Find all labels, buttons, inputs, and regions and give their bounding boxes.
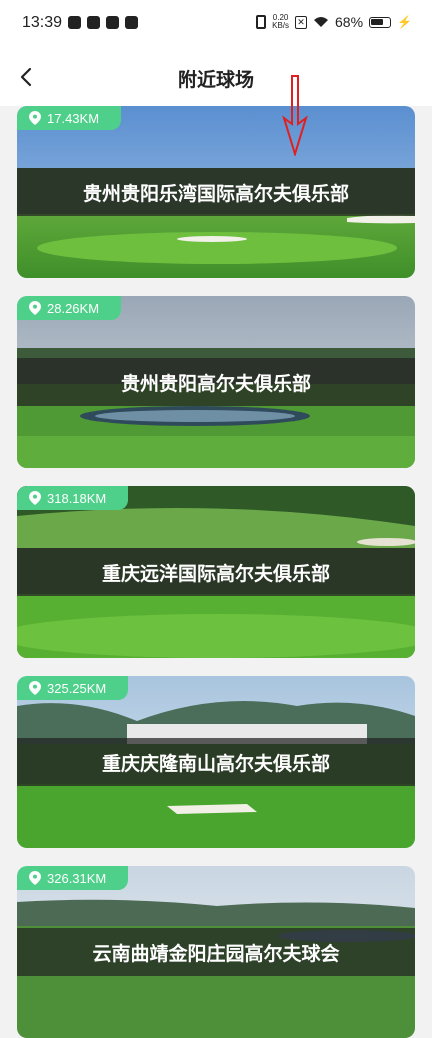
distance-badge: 325.25KM xyxy=(17,676,129,700)
tiktok-icon xyxy=(68,16,81,29)
course-card[interactable]: 326.31KM 云南曲靖金阳庄园高尔夫球会 xyxy=(17,866,415,1038)
network-speed: 0.20 KB/s xyxy=(272,14,289,30)
course-name: 重庆远洋国际高尔夫俱乐部 xyxy=(17,548,415,596)
course-name: 云南曲靖金阳庄园高尔夫球会 xyxy=(17,928,415,976)
location-pin-icon xyxy=(29,491,41,505)
distance-text: 28.26KM xyxy=(47,300,100,316)
distance-text: 17.43KM xyxy=(47,110,100,126)
notification-icons xyxy=(68,16,138,29)
down-arrow-icon xyxy=(282,75,308,156)
distance-badge: 17.43KM xyxy=(17,106,122,130)
course-name: 贵州贵阳高尔夫俱乐部 xyxy=(17,358,415,406)
course-card[interactable]: 17.43KM 贵州贵阳乐湾国际高尔夫俱乐部 xyxy=(17,106,415,278)
charging-icon: ⚡ xyxy=(397,15,412,29)
distance-badge: 326.31KM xyxy=(17,866,129,890)
distance-badge: 28.26KM xyxy=(17,296,122,320)
battery-fill xyxy=(371,18,383,25)
course-name: 重庆庆隆南山高尔夫俱乐部 xyxy=(17,738,415,786)
location-pin-icon xyxy=(29,871,41,885)
distance-badge: 318.18KM xyxy=(17,486,129,510)
page-title: 附近球场 xyxy=(177,69,254,91)
battery-icon xyxy=(369,16,392,28)
status-right: 0.20 KB/s ✕ 68% ⚡ xyxy=(256,14,412,30)
course-card[interactable]: 325.25KM 重庆庆隆南山高尔夫俱乐部 xyxy=(17,676,415,848)
location-pin-icon xyxy=(29,301,41,315)
course-card[interactable]: 28.26KM 贵州贵阳高尔夫俱乐部 xyxy=(17,296,415,468)
battery-percent: 68% xyxy=(335,14,364,30)
location-pin-icon xyxy=(29,681,41,695)
distance-text: 326.31KM xyxy=(47,870,107,886)
distance-text: 318.18KM xyxy=(47,490,107,506)
distance-text: 325.25KM xyxy=(47,680,107,696)
app-box-icon xyxy=(87,16,100,29)
status-bar: 13:39 0.20 KB/s ✕ 68% ⚡ xyxy=(0,0,432,50)
course-card[interactable]: 318.18KM 重庆远洋国际高尔夫俱乐部 xyxy=(17,486,415,658)
location-pin-icon xyxy=(29,111,41,125)
status-time: 13:39 xyxy=(22,14,63,31)
mail-icon xyxy=(125,16,138,29)
nav-bar: 附近球场 xyxy=(0,50,432,106)
vibrate-icon xyxy=(256,15,267,29)
course-name: 贵州贵阳乐湾国际高尔夫俱乐部 xyxy=(17,168,415,216)
app-swirl-icon xyxy=(106,16,119,29)
network-speed-unit: KB/s xyxy=(272,21,290,30)
wifi-icon xyxy=(314,17,329,27)
sim-off-icon: ✕ xyxy=(295,15,308,29)
